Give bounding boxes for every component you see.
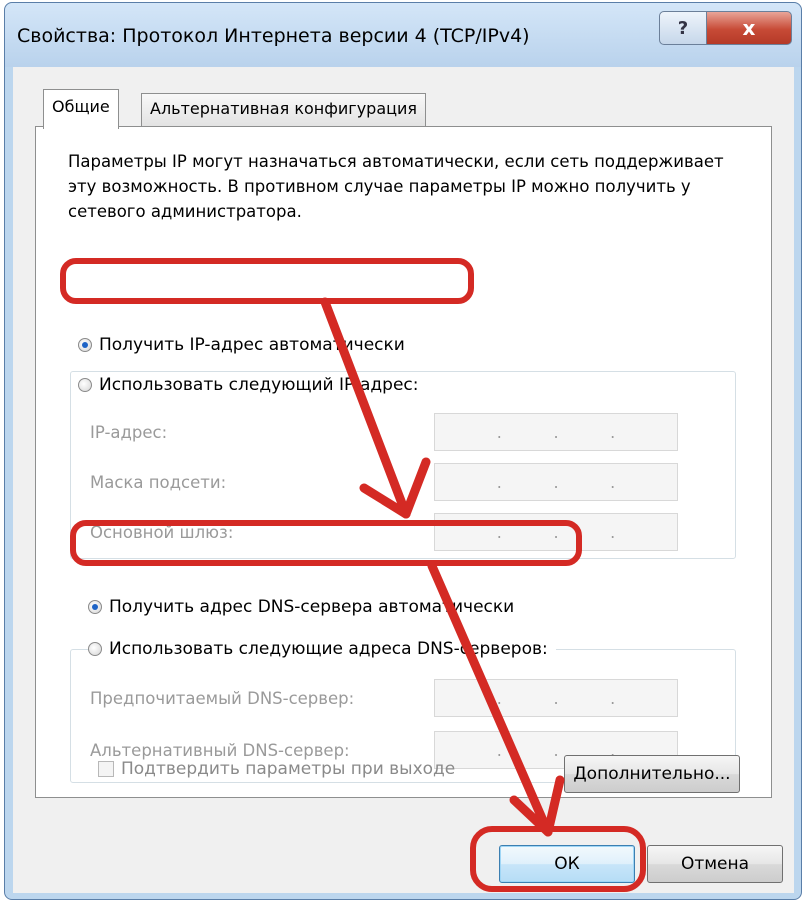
ok-button[interactable]: ОК bbox=[499, 845, 635, 883]
checkbox-unchecked-icon bbox=[98, 761, 114, 777]
help-icon: ? bbox=[677, 17, 689, 39]
preferred-dns-field[interactable]: ... bbox=[434, 679, 678, 717]
tab-alternate-configuration[interactable]: Альтернативная конфигурация bbox=[141, 93, 427, 127]
radio-unchecked-icon bbox=[78, 378, 92, 392]
ip-auto-label: Получить IP-адрес автоматически bbox=[99, 335, 405, 355]
ip-manual-label: Использовать следующий IP-адрес: bbox=[99, 375, 419, 395]
ip-manual-radio[interactable]: Использовать следующий IP-адрес: bbox=[78, 375, 427, 395]
dns-auto-label: Получить адрес DNS-сервера автоматически bbox=[109, 597, 515, 617]
radio-unchecked-icon bbox=[88, 642, 102, 656]
ip-auto-radio[interactable]: Получить IP-адрес автоматически bbox=[78, 335, 413, 355]
general-tab-panel: Параметры IP могут назначаться автоматич… bbox=[35, 126, 772, 798]
subnet-mask-label: Маска подсети: bbox=[90, 473, 227, 492]
tab-general[interactable]: Общие bbox=[43, 89, 119, 129]
default-gateway-label: Основной шлюз: bbox=[90, 523, 234, 542]
dns-auto-radio[interactable]: Получить адрес DNS-сервера автоматически bbox=[88, 597, 523, 617]
dialog-window: Свойства: Протокол Интернета версии 4 (T… bbox=[4, 2, 802, 900]
advanced-button[interactable]: Дополнительно... bbox=[564, 755, 740, 793]
default-gateway-field[interactable]: ... bbox=[434, 513, 678, 551]
cancel-button[interactable]: Отмена bbox=[647, 845, 783, 883]
window-title: Свойства: Протокол Интернета версии 4 (T… bbox=[17, 25, 530, 47]
ip-address-field[interactable]: ... bbox=[434, 413, 678, 451]
description-text: Параметры IP могут назначаться автоматич… bbox=[68, 152, 724, 221]
title-bar: Свойства: Протокол Интернета версии 4 (T… bbox=[5, 3, 801, 67]
preferred-dns-label: Предпочитаемый DNS-сервер: bbox=[90, 689, 355, 708]
help-button[interactable]: ? bbox=[659, 11, 707, 45]
alternate-dns-label: Альтернативный DNS-сервер: bbox=[90, 741, 350, 760]
dns-manual-radio[interactable]: Использовать следующие адреса DNS-сервер… bbox=[88, 639, 556, 659]
dialog-body: Общие Альтернативная конфигурация Параме… bbox=[13, 67, 794, 893]
dns-manual-label: Использовать следующие адреса DNS-сервер… bbox=[109, 639, 548, 659]
validate-settings-checkbox[interactable]: Подтвердить параметры при выходе bbox=[98, 759, 455, 779]
validate-settings-label: Подтвердить параметры при выходе bbox=[121, 759, 456, 779]
radio-checked-icon bbox=[88, 600, 102, 614]
subnet-mask-field[interactable]: ... bbox=[434, 463, 678, 501]
ip-address-label: IP-адрес: bbox=[90, 423, 168, 442]
radio-checked-icon bbox=[78, 338, 92, 352]
close-icon: x bbox=[742, 16, 756, 40]
close-button[interactable]: x bbox=[706, 11, 792, 45]
